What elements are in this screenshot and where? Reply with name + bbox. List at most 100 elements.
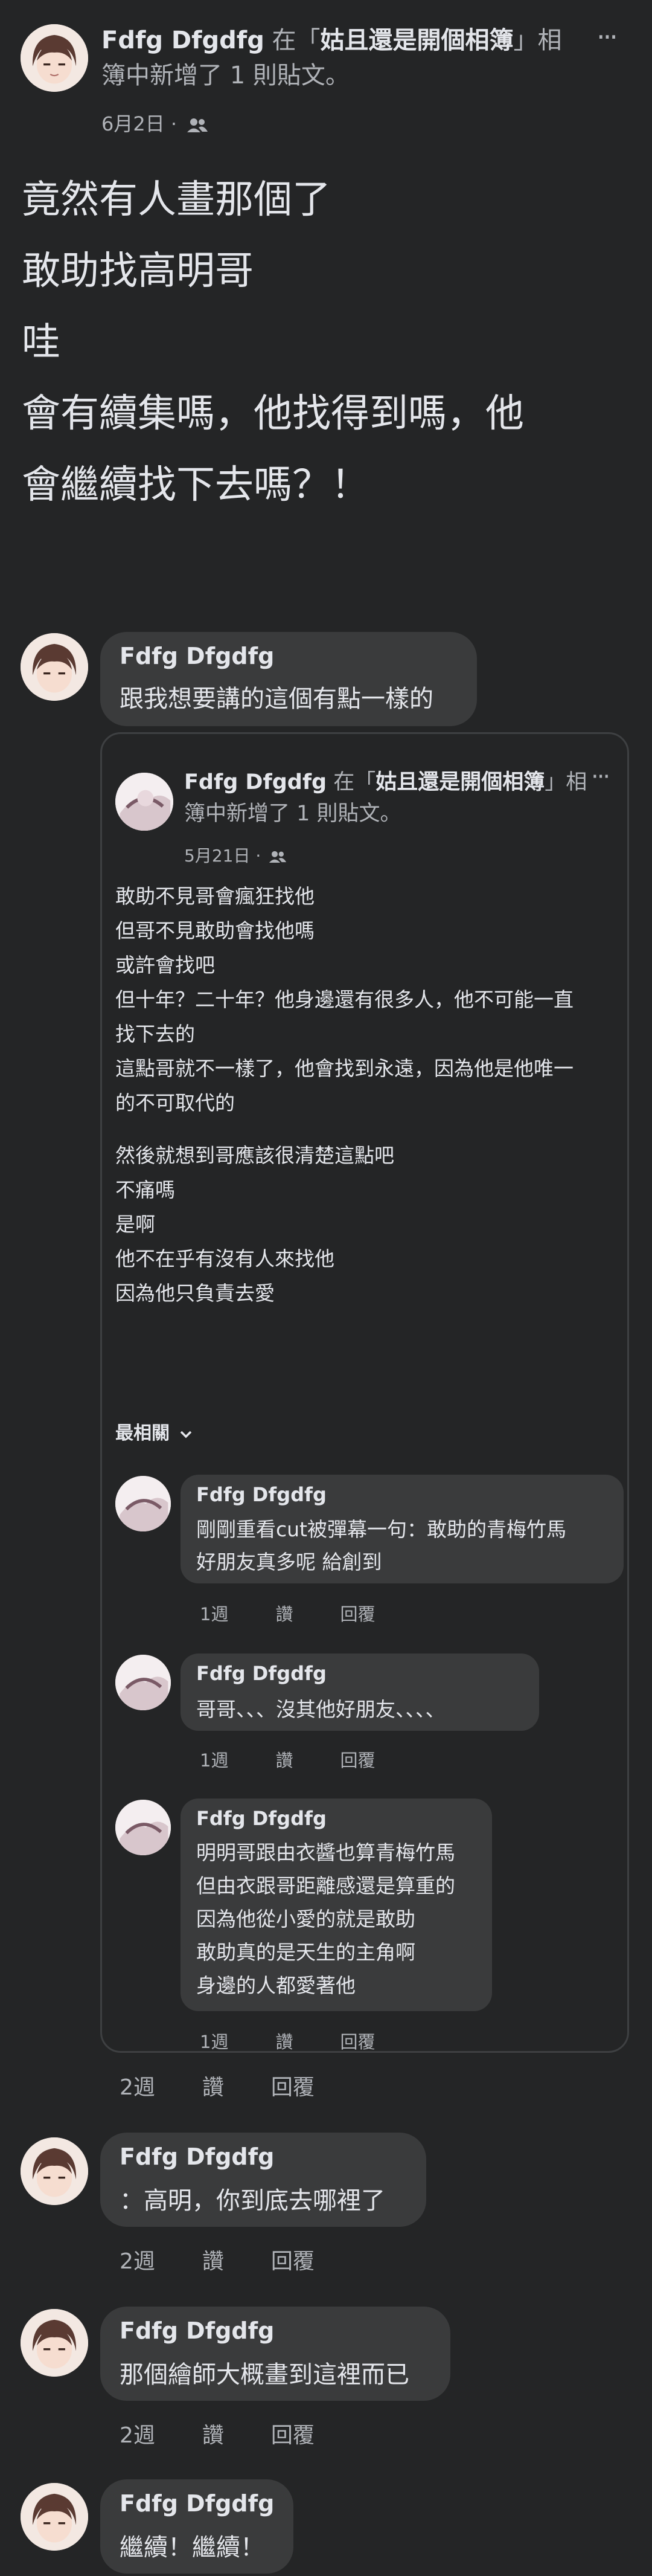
nested-comment-line: 剛剛重看cut被彈幕一句：敢助的青梅竹馬 bbox=[196, 1518, 566, 1541]
shared-group-name[interactable]: 姑且還是開個相簿 bbox=[376, 770, 545, 794]
commenter-avatar[interactable] bbox=[21, 2309, 88, 2377]
in-text: 在「 bbox=[272, 27, 321, 54]
shared-line: 他不在乎有沒有人來找他 bbox=[115, 1247, 334, 1270]
shared-line: 或許會找吧 bbox=[115, 953, 215, 977]
shared-header-rest-1: 」相 bbox=[545, 770, 587, 794]
commenter-avatar[interactable] bbox=[21, 2137, 88, 2205]
shared-line: 是啊 bbox=[115, 1212, 155, 1236]
comment-author[interactable]: Fdfg Dfgdfg bbox=[120, 2143, 274, 2170]
nested-comment-actions: 1週 讚 回覆 bbox=[200, 1747, 422, 1772]
comment-time[interactable]: 1週 bbox=[200, 1750, 228, 1771]
comment-text: ：高明，你到底去哪裡了 bbox=[120, 2187, 385, 2215]
post-body: 竟然有人畫那個了 敢助找高明哥 哇 會有續集嗎，他找得到嗎，他 會繼續找下去嗎？… bbox=[22, 164, 524, 521]
nested-comment-actions: 1週 讚 回覆 bbox=[200, 1600, 422, 1626]
nested-comment-author[interactable]: Fdfg Dfgdfg bbox=[196, 1662, 327, 1685]
comment-bubble[interactable]: Fdfg Dfgdfg ：高明，你到底去哪裡了 bbox=[100, 2133, 426, 2227]
post-date[interactable]: 6月2日 · bbox=[101, 112, 177, 135]
shared-line: 這點哥就不一樣了，他會找到永遠，因為他是他唯一 bbox=[115, 1057, 574, 1080]
shared-in-text: 在「 bbox=[333, 770, 376, 794]
commenter-avatar[interactable] bbox=[21, 633, 88, 701]
author-name[interactable]: Fdfg Dfgdfg bbox=[101, 27, 264, 54]
friends-audience-icon bbox=[187, 118, 208, 132]
nested-comment-line: 明明哥跟由衣醬也算青梅竹馬 bbox=[196, 1841, 455, 1864]
reply-button[interactable]: 回覆 bbox=[340, 1604, 375, 1624]
shared-date-row: 5月21日 · bbox=[184, 843, 287, 867]
post-line: 會繼續找下去嗎？！ bbox=[22, 463, 369, 507]
nested-comment-text: 明明哥跟由衣醬也算青梅竹馬 但由衣跟哥距離感還是算重的 因為他從小愛的就是敢助 … bbox=[196, 1836, 455, 2002]
like-button[interactable]: 讚 bbox=[202, 2423, 224, 2448]
nested-comment-line: 敢助真的是天生的主角啊 bbox=[196, 1940, 415, 1964]
nested-comment-bubble[interactable]: Fdfg Dfgdfg 哥哥、、、沒其他好朋友、、、、 bbox=[181, 1653, 539, 1731]
nested-commenter-avatar[interactable] bbox=[115, 1476, 171, 1531]
nested-comment-author[interactable]: Fdfg Dfgdfg bbox=[196, 1807, 327, 1830]
comment-actions: 2週 讚 回覆 bbox=[120, 2418, 362, 2449]
chevron-down-icon bbox=[181, 1431, 192, 1438]
shared-line: 但哥不見敢助會找他嗎 bbox=[115, 919, 315, 942]
reply-button[interactable]: 回覆 bbox=[271, 2075, 315, 2100]
nested-comment-bubble[interactable]: Fdfg Dfgdfg 明明哥跟由衣醬也算青梅竹馬 但由衣跟哥距離感還是算重的 … bbox=[181, 1798, 492, 2011]
shared-line bbox=[115, 1120, 574, 1138]
nested-comment-actions: 1週 讚 回覆 bbox=[200, 2028, 422, 2053]
reply-button[interactable]: 回覆 bbox=[271, 2249, 315, 2274]
nested-comment-text: 剛剛重看cut被彈幕一句：敢助的青梅竹馬 好朋友真多呢 給創到 bbox=[196, 1513, 566, 1579]
shared-line: 然後就想到哥應該很清楚這點吧 bbox=[115, 1144, 394, 1167]
more-options-icon[interactable]: ··· bbox=[596, 21, 618, 53]
comment-author[interactable]: Fdfg Dfgdfg bbox=[120, 2490, 274, 2517]
shared-body: 敢助不見哥會瘋狂找他 但哥不見敢助會找他嗎 或許會找吧 但十年？二十年？他身邊還… bbox=[115, 879, 574, 1310]
like-button[interactable]: 讚 bbox=[202, 2249, 224, 2274]
comment-actions: 2週 讚 回覆 bbox=[120, 2070, 362, 2101]
post-line: 竟然有人畫那個了 bbox=[22, 178, 331, 222]
reply-button[interactable]: 回覆 bbox=[340, 1750, 375, 1771]
post-line: 哇 bbox=[22, 320, 60, 365]
author-avatar[interactable] bbox=[21, 24, 88, 92]
nested-comment-line: 身邊的人都愛著他 bbox=[196, 1974, 356, 1997]
nested-comment-text: 哥哥、、、沒其他好朋友、、、、 bbox=[196, 1698, 446, 1721]
comment-time[interactable]: 1週 bbox=[200, 1604, 228, 1624]
nested-commenter-avatar[interactable] bbox=[115, 1655, 171, 1710]
shared-line: 的不可取代的 bbox=[115, 1091, 235, 1115]
shared-more-icon[interactable]: ··· bbox=[591, 763, 610, 791]
shared-author-avatar[interactable] bbox=[115, 773, 173, 831]
comment-time[interactable]: 2週 bbox=[120, 2423, 155, 2448]
comment-time[interactable]: 2週 bbox=[120, 2075, 155, 2100]
shared-author-name[interactable]: Fdfg Dfgdfg bbox=[184, 770, 327, 794]
comment-time[interactable]: 1週 bbox=[200, 2032, 228, 2052]
shared-line: 不痛嗎 bbox=[115, 1178, 175, 1202]
shared-line: 敢助不見哥會瘋狂找他 bbox=[115, 884, 315, 908]
comment-bubble[interactable]: Fdfg Dfgdfg 那個繪師大概畫到這裡而已 bbox=[100, 2307, 450, 2401]
reply-button[interactable]: 回覆 bbox=[340, 2032, 375, 2052]
nested-comment-line: 因為他從小愛的就是敢助 bbox=[196, 1907, 415, 1931]
reply-button[interactable]: 回覆 bbox=[271, 2423, 315, 2448]
shared-date[interactable]: 5月21日 · bbox=[184, 846, 261, 866]
shared-post-card[interactable]: Fdfg Dfgdfg 在「姑且還是開個相簿」相 簿中新增了 1 則貼文。 5月… bbox=[100, 732, 629, 2053]
commenter-avatar[interactable] bbox=[21, 2483, 88, 2551]
like-button[interactable]: 讚 bbox=[202, 2075, 224, 2100]
comment-bubble[interactable]: Fdfg Dfgdfg 跟我想要講的這個有點一樣的 bbox=[100, 632, 477, 726]
nested-comment-line: 好朋友真多呢 給創到 bbox=[196, 1550, 382, 1574]
nested-comment-author[interactable]: Fdfg Dfgdfg bbox=[196, 1483, 327, 1506]
shared-header-rest-2: 簿中新增了 1 則貼文。 bbox=[184, 802, 401, 826]
post-date-row: 6月2日 · bbox=[101, 109, 208, 137]
shared-line: 因為他只負責去愛 bbox=[115, 1281, 275, 1305]
sort-dropdown[interactable]: 最相關 bbox=[115, 1418, 193, 1444]
comment-text: 繼續！繼續！ bbox=[120, 2534, 264, 2562]
shared-line: 但十年？二十年？他身邊還有很多人，他不可能一直 bbox=[115, 988, 574, 1011]
like-button[interactable]: 讚 bbox=[275, 1604, 293, 1624]
nested-commenter-avatar[interactable] bbox=[115, 1800, 171, 1855]
header-rest-2: 簿中新增了 1 則貼文。 bbox=[101, 62, 350, 89]
comment-author[interactable]: Fdfg Dfgdfg bbox=[120, 2317, 274, 2344]
post-line: 會有續集嗎，他找得到嗎，他 bbox=[22, 391, 524, 436]
comment-bubble[interactable]: Fdfg Dfgdfg 繼續！繼續！ bbox=[100, 2479, 293, 2574]
like-button[interactable]: 讚 bbox=[275, 1750, 293, 1771]
nested-comment-bubble[interactable]: Fdfg Dfgdfg 剛剛重看cut被彈幕一句：敢助的青梅竹馬 好朋友真多呢 … bbox=[181, 1475, 624, 1583]
nested-comment-line: 但由衣跟哥距離感還是算重的 bbox=[196, 1874, 455, 1898]
comment-time[interactable]: 2週 bbox=[120, 2249, 155, 2274]
shared-line: 找下去的 bbox=[115, 1022, 195, 1046]
comment-author[interactable]: Fdfg Dfgdfg bbox=[120, 643, 274, 669]
like-button[interactable]: 讚 bbox=[275, 2032, 293, 2052]
group-name[interactable]: 姑且還是開個相簿 bbox=[321, 27, 514, 54]
comment-text: 跟我想要講的這個有點一樣的 bbox=[120, 685, 433, 713]
friends-audience-icon bbox=[269, 851, 287, 863]
shared-header-text: Fdfg Dfgdfg 在「姑且還是開個相簿」相 簿中新增了 1 則貼文。 bbox=[184, 767, 595, 829]
post-header-text: Fdfg Dfgdfg 在「姑且還是開個相簿」相 簿中新增了 1 則貼文。 bbox=[101, 23, 596, 93]
